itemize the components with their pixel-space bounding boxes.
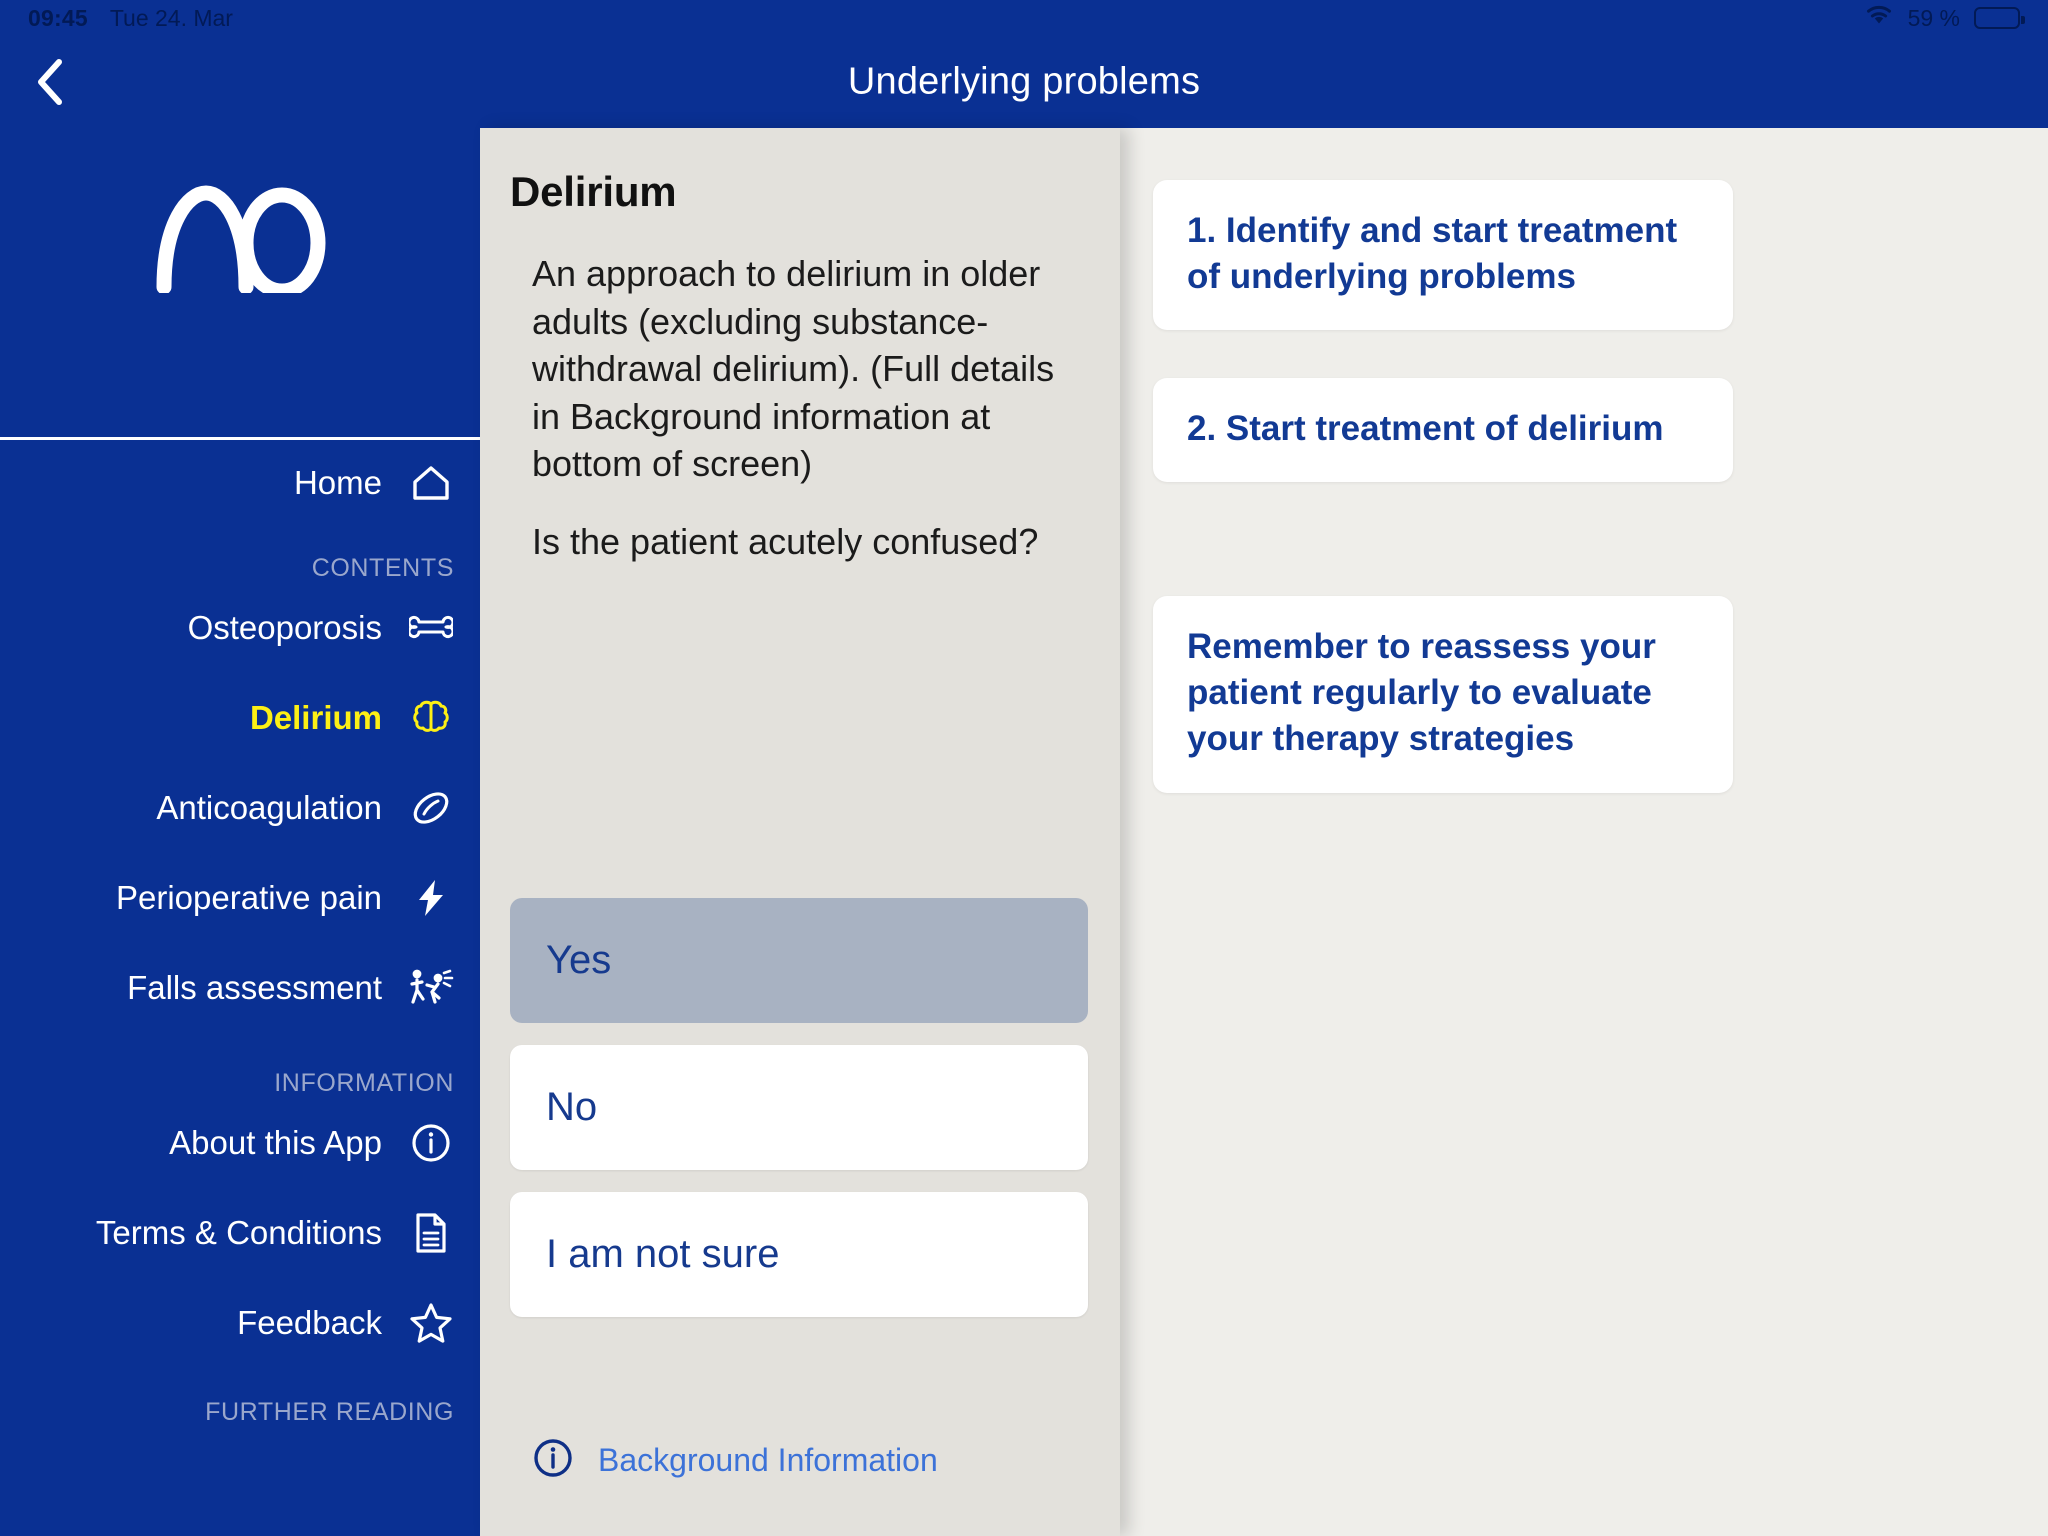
option-label: Yes (546, 938, 612, 982)
card-text: Remember to reassess your patient regula… (1187, 627, 1656, 759)
sidebar-item-label: Delirium (249, 699, 382, 736)
right-panel: 1. Identify and start treatment of under… (1120, 128, 2048, 1536)
option-label: No (546, 1085, 598, 1129)
sidebar-item-label: Terms & Conditions (95, 1214, 382, 1251)
recommendation-card[interactable]: 1. Identify and start treatment of under… (1153, 180, 1733, 331)
status-right-group: 59 % (1864, 4, 2025, 32)
answer-options: Yes No I am not sure (510, 898, 1088, 1339)
section-header-information: INFORMATION (274, 1069, 454, 1097)
card-text: 1. Identify and start treatment of under… (1187, 211, 1678, 297)
option-yes[interactable]: Yes (510, 898, 1088, 1023)
content-body: An approach to delirium in older adults … (480, 216, 1120, 565)
document-icon (408, 1210, 454, 1256)
content-title: Delirium (510, 168, 677, 215)
sidebar-item-label: Falls assessment (127, 969, 382, 1006)
recommendation-card[interactable]: 2. Start treatment of delirium (1153, 378, 1733, 483)
logo-area (0, 128, 480, 440)
sidebar-menu: Home CONTENTS Osteoporosis Delirium Anti… (0, 438, 480, 1427)
info-circle-icon (532, 1437, 574, 1484)
ao-logo (150, 183, 330, 299)
info-circle-icon (408, 1120, 454, 1166)
falling-person-icon (408, 965, 454, 1011)
sidebar-item-label: Feedback (237, 1304, 382, 1341)
sidebar-item-delirium[interactable]: Delirium (0, 673, 480, 763)
lightning-bolt-icon (408, 875, 454, 921)
bone-icon (408, 605, 454, 651)
brain-icon (408, 695, 454, 741)
battery-percent: 59 % (1907, 4, 1960, 31)
sidebar-item-label: Home (293, 464, 382, 501)
star-icon (408, 1300, 454, 1346)
navigation-bar: Underlying problems (0, 36, 2048, 128)
page-title: Underlying problems (847, 60, 1201, 103)
home-icon (408, 460, 454, 506)
app-screen: 09:45 Tue 24. Mar 59 % Underlying proble… (0, 0, 2048, 1536)
option-i-am-not-sure[interactable]: I am not sure (510, 1192, 1088, 1317)
option-label: I am not sure (546, 1232, 780, 1276)
sidebar-item-label: Perioperative pain (116, 879, 382, 916)
sidebar-item-feedback[interactable]: Feedback (0, 1278, 480, 1368)
sidebar-item-label: Osteoporosis (187, 609, 382, 646)
sidebar-item-terms-and-conditions[interactable]: Terms & Conditions (0, 1188, 480, 1278)
status-bar: 09:45 Tue 24. Mar 59 % (0, 0, 2048, 36)
battery-icon (1974, 7, 2025, 29)
section-header-contents: CONTENTS (311, 554, 454, 582)
background-information-link[interactable]: Background Information (532, 1437, 938, 1484)
content-paragraph: An approach to delirium in older adults … (532, 253, 1055, 485)
section-header-further-reading: FURTHER READING (205, 1398, 454, 1426)
status-date: Tue 24. Mar (109, 4, 233, 31)
sidebar-divider (0, 437, 480, 440)
sidebar-item-anticoagulation[interactable]: Anticoagulation (0, 763, 480, 853)
status-time: 09:45 (28, 4, 88, 31)
sidebar-item-label: About this App (169, 1124, 382, 1161)
content-panel: Delirium An approach to delirium in olde… (480, 128, 1120, 1536)
sidebar-item-osteoporosis[interactable]: Osteoporosis (0, 583, 480, 673)
sidebar-item-about-this-app[interactable]: About this App (0, 1098, 480, 1188)
content-question: Is the patient acutely confused? (532, 520, 1039, 562)
sidebar-item-perioperative-pain[interactable]: Perioperative pain (0, 853, 480, 943)
option-no[interactable]: No (510, 1045, 1088, 1170)
sidebar: Home CONTENTS Osteoporosis Delirium Anti… (0, 128, 480, 1536)
card-text: 2. Start treatment of delirium (1187, 409, 1664, 448)
reminder-card: Remember to reassess your patient regula… (1153, 596, 1733, 793)
pill-icon (408, 785, 454, 831)
sidebar-item-home[interactable]: Home (0, 438, 480, 528)
wifi-icon (1864, 4, 1894, 32)
sidebar-item-falls-assessment[interactable]: Falls assessment (0, 943, 480, 1033)
sidebar-item-label: Anticoagulation (156, 789, 382, 826)
background-information-label: Background Information (598, 1442, 938, 1478)
